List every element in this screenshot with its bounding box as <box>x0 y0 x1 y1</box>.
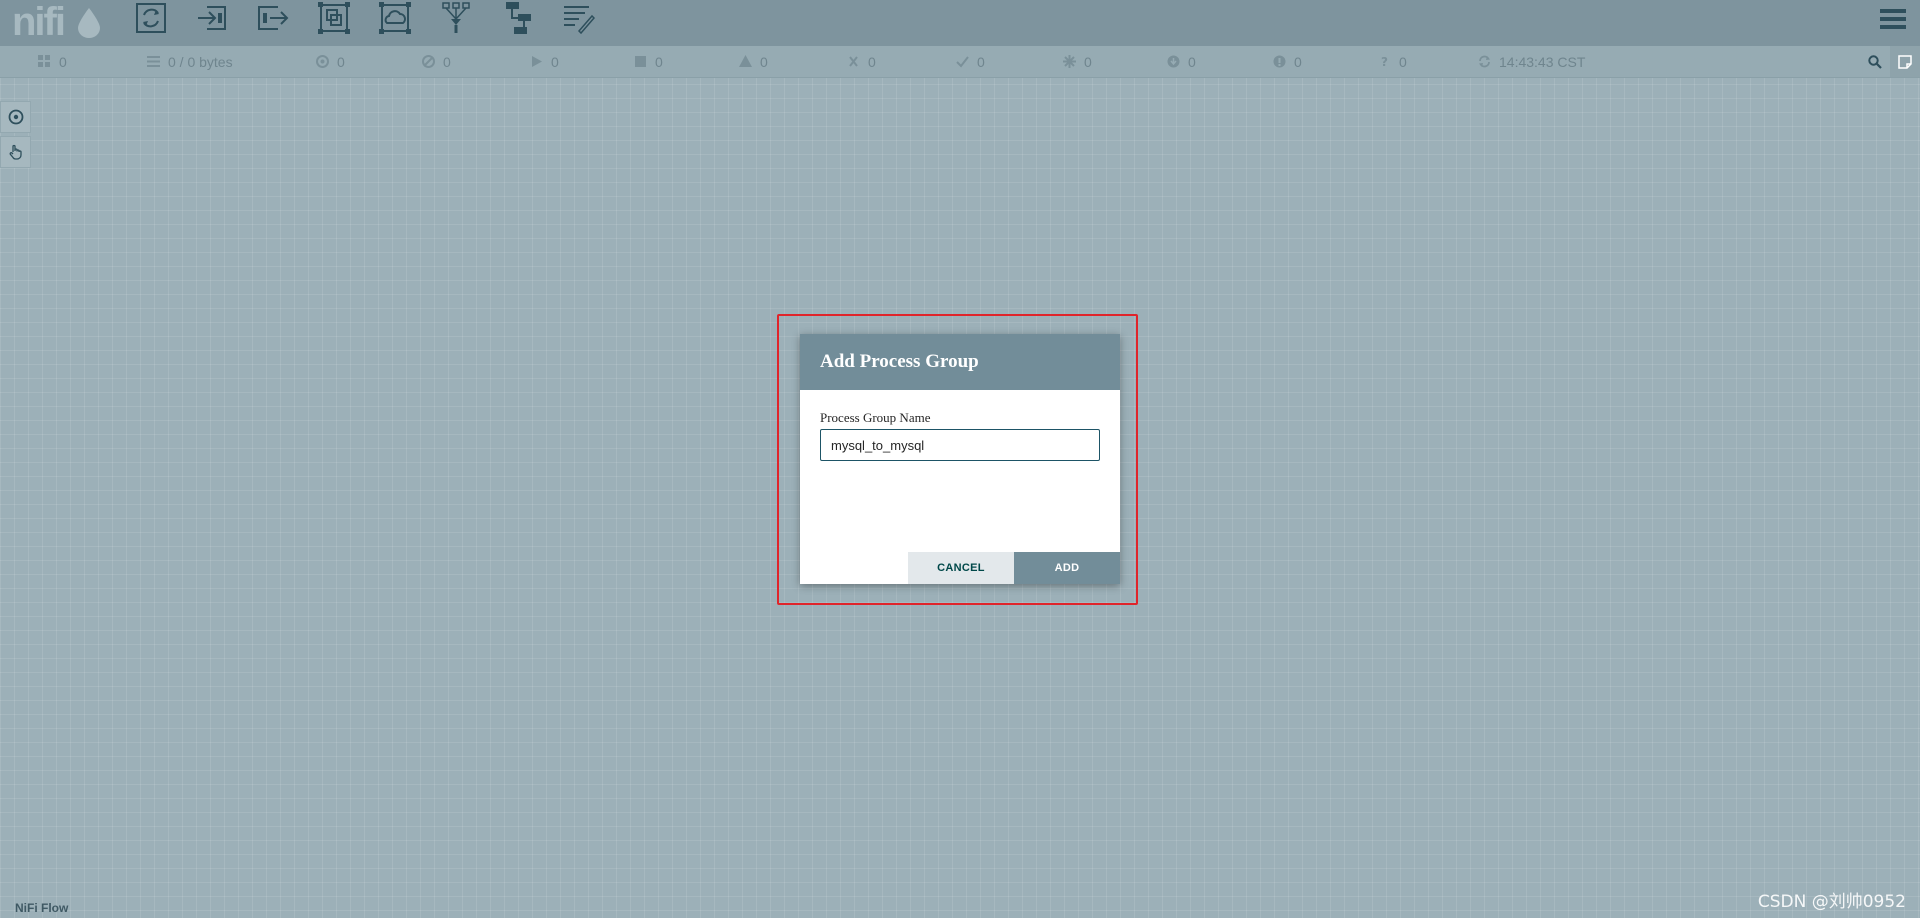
cancel-button[interactable]: CANCEL <box>908 552 1014 584</box>
status-value: 0 <box>551 53 559 70</box>
logo-text: nifi <box>12 0 66 44</box>
status-value: 0 <box>760 53 768 70</box>
search-button[interactable] <box>1860 46 1890 77</box>
drop-icon <box>78 8 100 38</box>
toolbar-processor-button[interactable] <box>128 0 174 36</box>
not-transmitting-icon <box>422 55 435 68</box>
breadcrumb-nifi-flow[interactable]: NiFi Flow <box>15 898 68 918</box>
status-value: 0 <box>443 53 451 70</box>
navigate-panel-toggle[interactable] <box>0 101 31 133</box>
status-running: 0 <box>530 46 559 77</box>
sync-failure-icon: ? <box>1381 55 1388 68</box>
compass-icon <box>8 109 23 125</box>
refresh-timestamp: 14:43:43 CST <box>1499 53 1586 70</box>
dialog-title: Add Process Group <box>800 334 1120 390</box>
status-value: 0 <box>59 53 67 70</box>
input-port-icon <box>198 6 226 30</box>
queued-icon <box>147 56 160 67</box>
toolbar-remote-process-group-button[interactable] <box>372 0 418 36</box>
up-to-date-icon <box>956 56 969 68</box>
processor-icon <box>136 3 166 33</box>
refresh-icon <box>1479 55 1490 68</box>
process-group-name-input[interactable] <box>820 429 1100 461</box>
status-disabled: 0 <box>847 46 876 77</box>
flow-status-bar: 0 0 / 0 bytes 0 0 0 0 0 0 0 0 0 0 ? 0 14… <box>0 46 1920 78</box>
hamburger-menu-icon <box>1880 9 1906 29</box>
toolbar-template-button[interactable] <box>494 0 540 36</box>
status-invalid: 0 <box>739 46 768 77</box>
funnel-icon <box>442 2 470 33</box>
bulletin-board-button[interactable] <box>1890 46 1920 77</box>
status-value: 0 <box>655 53 663 70</box>
status-value: 0 <box>868 53 876 70</box>
global-menu-button[interactable] <box>1876 2 1910 36</box>
status-value: 0 <box>1188 53 1196 70</box>
remote-process-group-icon <box>379 2 411 34</box>
status-cluster: 0 <box>38 46 67 77</box>
template-icon <box>506 2 531 34</box>
toolbar-process-group-button[interactable] <box>311 0 357 36</box>
status-value: 0 <box>1399 53 1407 70</box>
process-group-name-label: Process Group Name <box>820 410 931 425</box>
search-icon <box>1868 54 1882 69</box>
status-refresh[interactable]: 14:43:43 CST <box>1478 46 1585 77</box>
output-port-icon <box>258 6 289 30</box>
label-icon <box>564 6 595 35</box>
status-not-transmitting: 0 <box>422 46 451 77</box>
status-locally-modified: 0 <box>1063 46 1092 77</box>
toolbar-input-port-button[interactable] <box>189 0 235 36</box>
disabled-icon <box>849 56 858 67</box>
invalid-icon <box>739 55 752 67</box>
csdn-watermark: CSDN @刘帅0952 <box>1757 892 1906 912</box>
toolbar-label-button[interactable] <box>555 0 601 36</box>
status-value: 0 <box>977 53 985 70</box>
sticky-note-icon <box>1898 54 1912 69</box>
status-stopped: 0 <box>634 46 663 77</box>
toolbar-output-port-button[interactable] <box>250 0 296 36</box>
status-value: 0 / 0 bytes <box>168 53 233 70</box>
running-icon <box>532 56 542 67</box>
status-value: 0 <box>337 53 345 70</box>
breadcrumb-bar: NiFi Flow <box>0 898 1920 918</box>
add-button[interactable]: ADD <box>1014 552 1120 584</box>
status-transmitting: 0 <box>316 46 345 77</box>
status-sync-failure: ? 0 <box>1378 46 1407 77</box>
status-value: 0 <box>1084 53 1092 70</box>
stopped-icon <box>635 56 646 67</box>
locally-modified-icon <box>1063 55 1076 68</box>
stale-icon <box>1167 55 1180 68</box>
locally-modified-stale-icon <box>1273 55 1286 68</box>
status-stale: 0 <box>1167 46 1196 77</box>
status-locally-modified-stale: 0 <box>1273 46 1302 77</box>
process-group-icon <box>318 2 350 34</box>
svg-text:?: ? <box>1381 55 1388 68</box>
hand-pointer-icon <box>9 144 22 160</box>
status-queued: 0 / 0 bytes <box>147 46 233 77</box>
operate-panel-toggle[interactable] <box>0 136 31 168</box>
add-process-group-dialog: Add Process Group Process Group Name CAN… <box>800 334 1120 584</box>
status-up-to-date: 0 <box>956 46 985 77</box>
cluster-icon <box>38 55 50 67</box>
header-bar: nifi <box>0 0 1920 46</box>
nifi-logo: nifi <box>12 2 104 42</box>
toolbar-funnel-button[interactable] <box>433 0 479 36</box>
status-value: 0 <box>1294 53 1302 70</box>
transmitting-icon <box>316 55 329 68</box>
